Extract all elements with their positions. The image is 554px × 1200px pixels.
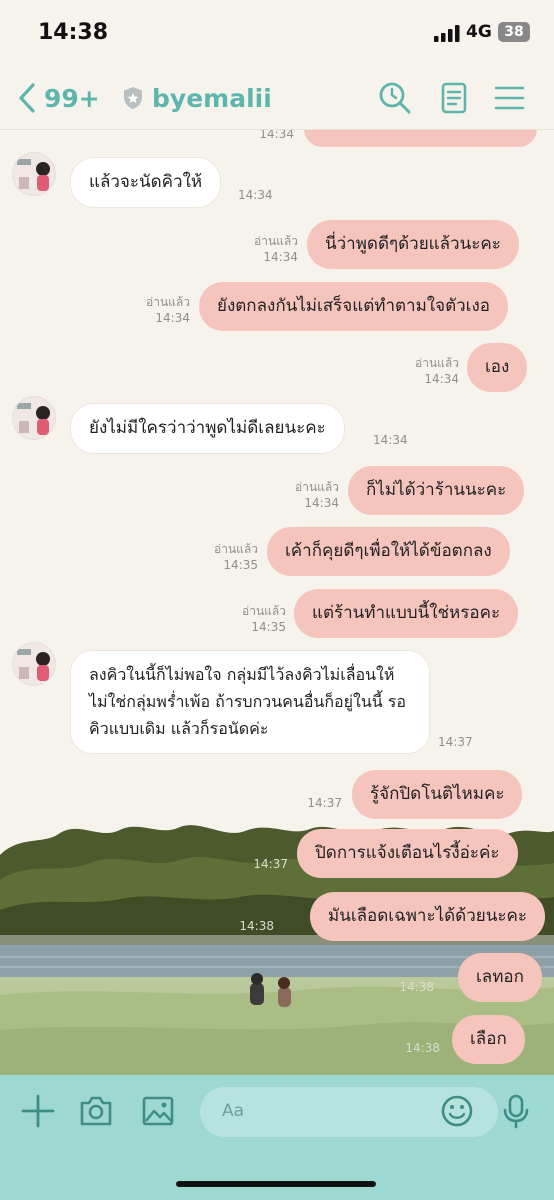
notes-icon[interactable] xyxy=(438,81,472,115)
message-time: 14:37 xyxy=(307,796,342,810)
avatar-image xyxy=(13,153,55,195)
read-receipt: อ่านแล้ว xyxy=(214,542,258,556)
message-bubble[interactable]: เลทอก xyxy=(458,953,542,1002)
unread-count: 99+ xyxy=(44,83,100,113)
message-time: 14:38 xyxy=(239,919,274,933)
image-icon[interactable] xyxy=(140,1093,176,1129)
emoji-icon[interactable] xyxy=(439,1093,475,1129)
read-receipt: อ่านแล้ว xyxy=(295,480,339,494)
message-bubble[interactable]: รู้จักปิดโนติไหมคะ xyxy=(352,770,523,819)
microphone-icon[interactable] xyxy=(498,1093,534,1129)
battery-indicator: 38 xyxy=(498,22,530,42)
status-time: 14:38 xyxy=(38,20,109,45)
avatar-image xyxy=(13,397,55,439)
message-bubble[interactable]: แล้วจะนัดคิวให้ xyxy=(70,157,222,208)
message-time: 14:34 xyxy=(424,372,459,386)
read-receipt: อ่านแล้ว xyxy=(415,356,459,370)
message-bubble[interactable]: เอง xyxy=(467,343,528,392)
chat-title: byemalii xyxy=(152,84,272,113)
message-time: 14:37 xyxy=(253,857,288,871)
avatar[interactable] xyxy=(12,642,56,686)
message-bubble[interactable]: ก็ไม่ได้ว่าร้านนะคะ xyxy=(348,466,525,515)
message-time: 14:34 xyxy=(304,496,339,510)
message-time: 14:37 xyxy=(438,735,473,749)
avatar-image xyxy=(13,643,55,685)
message-bubble[interactable]: เค้าก็คุยดีๆเพื่อให้ได้ข้อตกลง xyxy=(267,527,510,576)
message-time: 14:35 xyxy=(251,620,286,634)
message-bubble[interactable]: ลงคิวในนี้ก็ไม่พอใจ กลุ่มมีไว้ลงคิวไม่เล… xyxy=(70,650,430,754)
chat-header: 99+ byemalii xyxy=(0,66,554,130)
message-time: 14:34 xyxy=(373,433,408,447)
read-receipt: อ่านแล้ว xyxy=(254,234,298,248)
search-icon[interactable] xyxy=(378,81,412,115)
home-indicator xyxy=(176,1181,376,1187)
menu-icon[interactable] xyxy=(493,81,527,115)
message-time: 14:35 xyxy=(223,558,258,572)
shield-icon xyxy=(124,87,142,109)
message-time: 14:34 xyxy=(263,250,298,264)
camera-icon[interactable] xyxy=(78,1093,114,1129)
message-bubble[interactable]: นี่ว่าพูดดีๆด้วยแล้วนะคะ xyxy=(307,220,519,269)
message-time: 14:38 xyxy=(405,1041,440,1055)
read-receipt: อ่านแล้ว xyxy=(146,295,190,309)
chat-area[interactable]: 14:34 แล้วจะนัดคิวให้ 14:34 อ่านแล้ว 14:… xyxy=(0,130,554,1075)
signal-icon xyxy=(434,25,460,42)
avatar[interactable] xyxy=(12,152,56,196)
message-bubble[interactable] xyxy=(304,130,537,147)
message-input-placeholder: Aa xyxy=(222,1101,245,1121)
message-time: 14:34 xyxy=(259,130,294,141)
message-bubble[interactable]: แต่ร้านทำแบบนี้ใช่หรอคะ xyxy=(294,589,519,638)
message-bubble[interactable]: มันเลือดเฉพาะได้ด้วยนะคะ xyxy=(310,892,545,941)
back-button[interactable]: 99+ xyxy=(18,80,100,116)
message-bubble[interactable]: ยังไม่มีใครว่าว่าพูดไม่ดีเลยนะคะ xyxy=(70,403,345,454)
message-time: 14:38 xyxy=(399,980,434,994)
chevron-left-icon xyxy=(19,83,35,113)
message-time: 14:34 xyxy=(155,311,190,325)
read-receipt: อ่านแล้ว xyxy=(242,604,286,618)
plus-icon[interactable] xyxy=(20,1093,56,1129)
network-type: 4G xyxy=(466,22,492,42)
message-time: 14:34 xyxy=(238,188,273,202)
message-bubble[interactable]: ยังตกลงกันไม่เสร็จแต่ทำตามใจตัวเงอ xyxy=(199,282,508,331)
status-bar: 14:38 4G 38 xyxy=(0,0,554,66)
avatar[interactable] xyxy=(12,396,56,440)
message-bubble[interactable]: ปิดการแจ้งเตือนไรงี้อ่ะค่ะ xyxy=(297,829,518,878)
message-bubble[interactable]: เลือก xyxy=(452,1015,525,1064)
